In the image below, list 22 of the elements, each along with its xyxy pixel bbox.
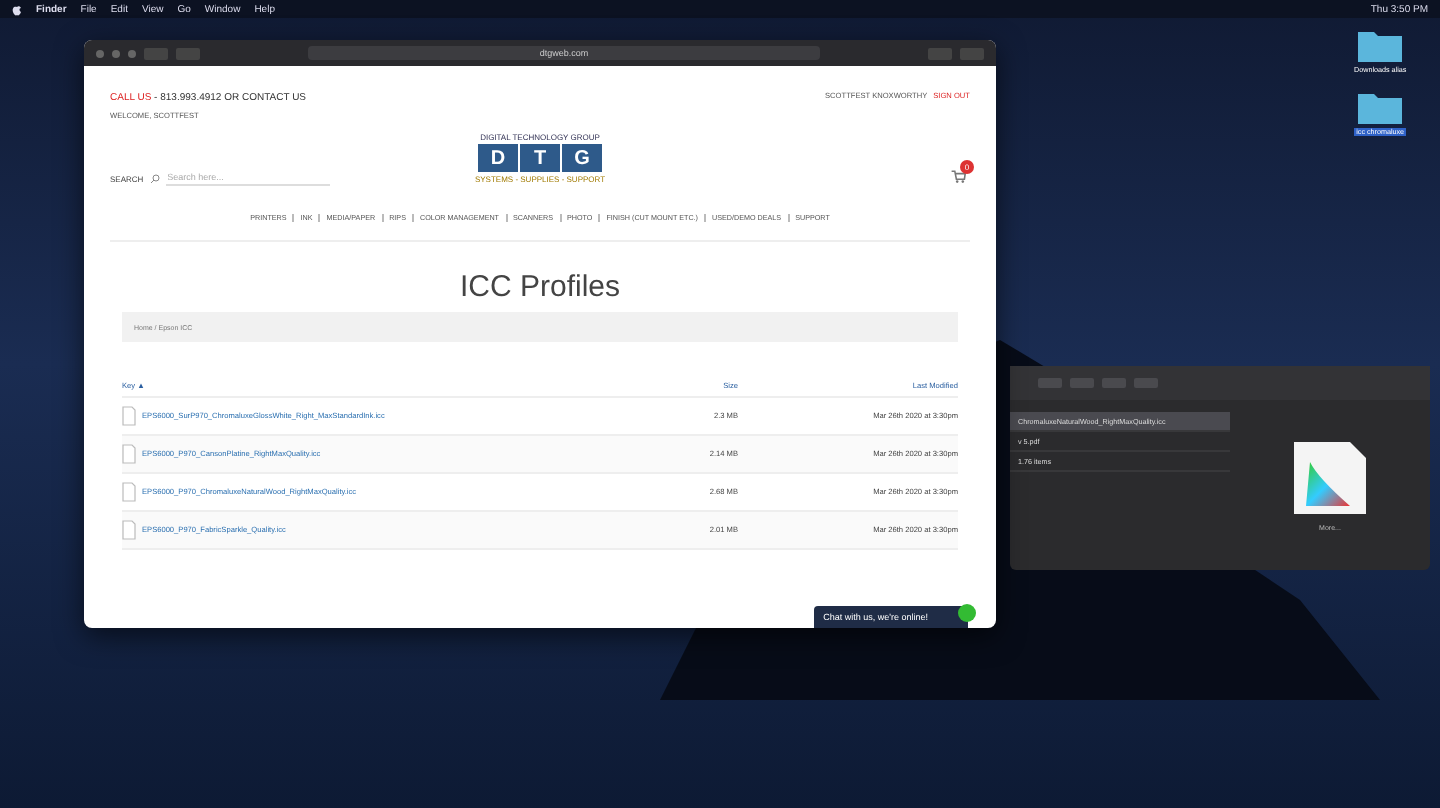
page-title: ICC Profiles [457,270,623,304]
sidebar-button[interactable] [176,47,200,59]
tabs-button[interactable] [960,47,984,59]
back-button[interactable] [144,47,168,59]
apple-icon[interactable] [12,3,22,15]
toolbar-button[interactable] [1070,378,1094,388]
window-minimize-button[interactable] [112,49,120,57]
share-button[interactable] [928,47,952,59]
toolbar-button[interactable] [1102,378,1126,388]
window-zoom-button[interactable] [128,49,136,57]
cart-icon[interactable] [950,168,966,184]
chat-status-icon [958,604,976,622]
logo-letter: T [520,144,560,172]
logo-letter: D [478,144,518,172]
window-close-button[interactable] [96,49,104,57]
toolbar-button[interactable] [1134,378,1158,388]
color-profile-icon [1290,438,1370,518]
search-icon [149,173,160,183]
folder-icon[interactable] [1358,90,1403,124]
folder-icon[interactable] [1358,28,1403,62]
toolbar-button[interactable] [1038,378,1062,388]
logo-letter: G [562,144,602,172]
